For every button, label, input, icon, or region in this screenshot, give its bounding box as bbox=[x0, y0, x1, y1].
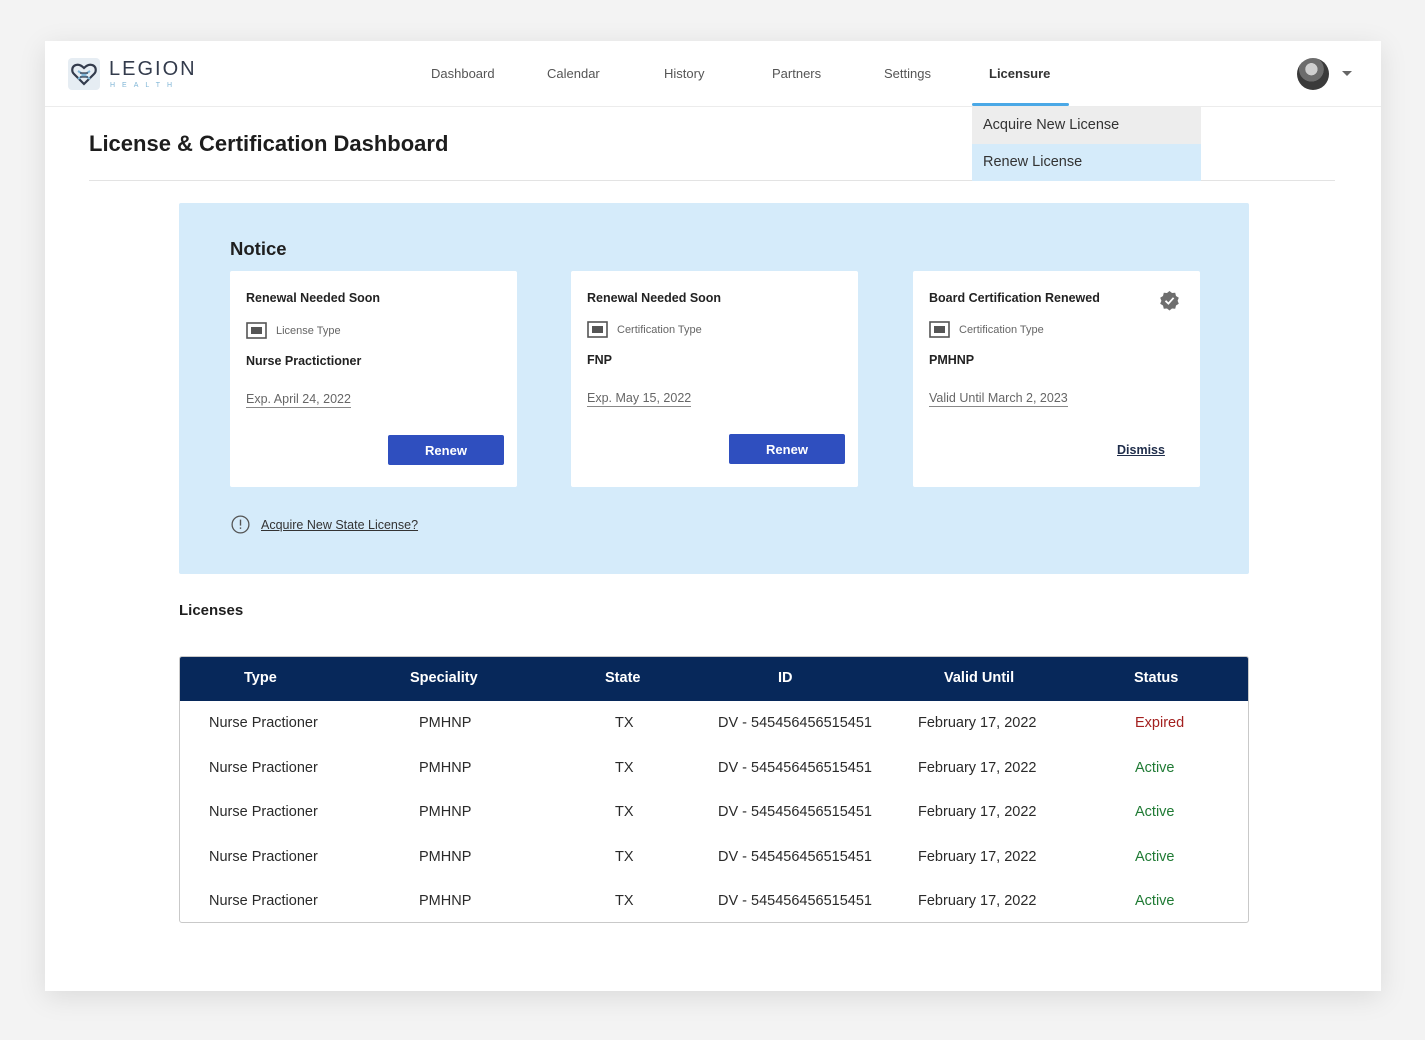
cell-speciality: PMHNP bbox=[419, 849, 472, 865]
cell-type: Nurse Practioner bbox=[209, 760, 318, 776]
notice-card-certification: Renewal Needed Soon Certification Type F… bbox=[571, 271, 858, 487]
nav-dashboard[interactable]: Dashboard bbox=[431, 66, 495, 81]
heart-logo-icon bbox=[68, 58, 100, 90]
cell-state: TX bbox=[615, 715, 634, 731]
cell-speciality: PMHNP bbox=[419, 804, 472, 820]
cell-type: Nurse Practioner bbox=[209, 715, 318, 731]
cell-valid-until: February 17, 2022 bbox=[918, 715, 1037, 731]
cell-valid-until: February 17, 2022 bbox=[918, 849, 1037, 865]
cell-id: DV - 545456456515451 bbox=[718, 804, 872, 820]
card-heading: Renewal Needed Soon bbox=[246, 291, 381, 305]
cell-id: DV - 545456456515451 bbox=[718, 715, 872, 731]
notice-card-license: Renewal Needed Soon License Type Nurse P… bbox=[230, 271, 517, 487]
cell-state: TX bbox=[615, 804, 634, 820]
nav-calendar[interactable]: Calendar bbox=[547, 66, 600, 81]
licenses-table: Type Speciality State ID Valid Until Sta… bbox=[179, 656, 1249, 923]
card-heading: Renewal Needed Soon bbox=[587, 291, 722, 305]
cell-valid-until: February 17, 2022 bbox=[918, 760, 1037, 776]
cell-state: TX bbox=[615, 849, 634, 865]
id-card-icon bbox=[246, 322, 267, 339]
card-value: PMHNP bbox=[929, 353, 975, 367]
status-badge: Active bbox=[1135, 804, 1175, 820]
id-card-icon bbox=[587, 321, 608, 338]
chevron-down-icon[interactable] bbox=[1341, 67, 1353, 79]
column-header-speciality: Speciality bbox=[410, 670, 478, 686]
card-value: Nurse Practictioner bbox=[246, 354, 362, 368]
column-header-id: ID bbox=[778, 670, 793, 686]
card-type: License Type bbox=[246, 322, 341, 339]
page-title: License & Certification Dashboard bbox=[89, 131, 449, 156]
cell-id: DV - 545456456515451 bbox=[718, 893, 872, 909]
table-row[interactable]: Nurse Practioner PMHNP TX DV - 545456456… bbox=[180, 790, 1248, 835]
nav-history[interactable]: History bbox=[664, 66, 704, 81]
cell-valid-until: February 17, 2022 bbox=[918, 893, 1037, 909]
status-badge: Active bbox=[1135, 849, 1175, 865]
card-type-label: Certification Type bbox=[959, 323, 1044, 336]
logo-subtitle: HEALTH bbox=[110, 82, 180, 89]
licensure-dropdown: Acquire New License Renew License bbox=[972, 107, 1201, 181]
cell-valid-until: February 17, 2022 bbox=[918, 804, 1037, 820]
card-value: FNP bbox=[587, 353, 612, 367]
renew-button[interactable]: Renew bbox=[729, 434, 845, 464]
status-badge: Active bbox=[1135, 893, 1175, 909]
cell-speciality: PMHNP bbox=[419, 760, 472, 776]
table-header: Type Speciality State ID Valid Until Sta… bbox=[180, 657, 1248, 701]
card-type-label: License Type bbox=[276, 324, 341, 337]
avatar[interactable] bbox=[1297, 58, 1329, 90]
renew-button[interactable]: Renew bbox=[388, 435, 504, 465]
column-header-state: State bbox=[605, 670, 641, 686]
card-expiration-date: Exp. April 24, 2022 bbox=[246, 392, 351, 408]
notice-card-board-certification: Board Certification Renewed Certificatio… bbox=[913, 271, 1200, 487]
menu-item-acquire-new-license[interactable]: Acquire New License bbox=[972, 107, 1201, 144]
column-header-valid-until: Valid Until bbox=[944, 670, 1015, 686]
card-heading: Board Certification Renewed bbox=[929, 291, 1100, 305]
notice-title: Notice bbox=[230, 238, 287, 259]
id-card-icon bbox=[929, 321, 950, 338]
card-valid-until-date: Valid Until March 2, 2023 bbox=[929, 391, 1068, 407]
dismiss-link[interactable]: Dismiss bbox=[1117, 443, 1165, 457]
cell-id: DV - 545456456515451 bbox=[718, 760, 872, 776]
acquire-state-license-link[interactable]: Acquire New State License? bbox=[261, 518, 418, 532]
cell-type: Nurse Practioner bbox=[209, 804, 318, 820]
table-row[interactable]: Nurse Practioner PMHNP TX DV - 545456456… bbox=[180, 879, 1248, 922]
acquire-license-row: Acquire New State License? bbox=[231, 515, 418, 534]
cell-id: DV - 545456456515451 bbox=[718, 849, 872, 865]
cell-type: Nurse Practioner bbox=[209, 893, 318, 909]
cell-speciality: PMHNP bbox=[419, 715, 472, 731]
nav-partners[interactable]: Partners bbox=[772, 66, 821, 81]
verified-check-icon bbox=[1160, 291, 1179, 311]
nav-active-indicator bbox=[972, 103, 1069, 106]
app-window: LEGION HEALTH Dashboard Calendar History… bbox=[45, 41, 1381, 991]
info-circle-icon bbox=[231, 515, 250, 534]
cell-speciality: PMHNP bbox=[419, 893, 472, 909]
logo-word: LEGION bbox=[109, 58, 197, 80]
top-header: LEGION HEALTH Dashboard Calendar History… bbox=[45, 41, 1381, 107]
licenses-section-title: Licenses bbox=[179, 602, 244, 619]
cell-state: TX bbox=[615, 760, 634, 776]
card-type: Certification Type bbox=[587, 321, 702, 338]
menu-item-renew-license[interactable]: Renew License bbox=[972, 144, 1201, 181]
notice-panel: Notice Renewal Needed Soon License Type … bbox=[179, 203, 1249, 574]
card-type: Certification Type bbox=[929, 321, 1044, 338]
column-header-status: Status bbox=[1134, 670, 1179, 686]
table-row[interactable]: Nurse Practioner PMHNP TX DV - 545456456… bbox=[180, 835, 1248, 880]
nav-settings[interactable]: Settings bbox=[884, 66, 931, 81]
status-badge: Active bbox=[1135, 760, 1175, 776]
cell-state: TX bbox=[615, 893, 634, 909]
nav-licensure[interactable]: Licensure bbox=[989, 66, 1050, 81]
table-row[interactable]: Nurse Practioner PMHNP TX DV - 545456456… bbox=[180, 746, 1248, 791]
status-badge: Expired bbox=[1135, 715, 1185, 731]
cell-type: Nurse Practioner bbox=[209, 849, 318, 865]
card-type-label: Certification Type bbox=[617, 323, 702, 336]
logo[interactable]: LEGION HEALTH bbox=[67, 57, 197, 91]
column-header-type: Type bbox=[244, 670, 277, 686]
table-row[interactable]: Nurse Practioner PMHNP TX DV - 545456456… bbox=[180, 701, 1248, 746]
card-expiration-date: Exp. May 15, 2022 bbox=[587, 391, 692, 407]
